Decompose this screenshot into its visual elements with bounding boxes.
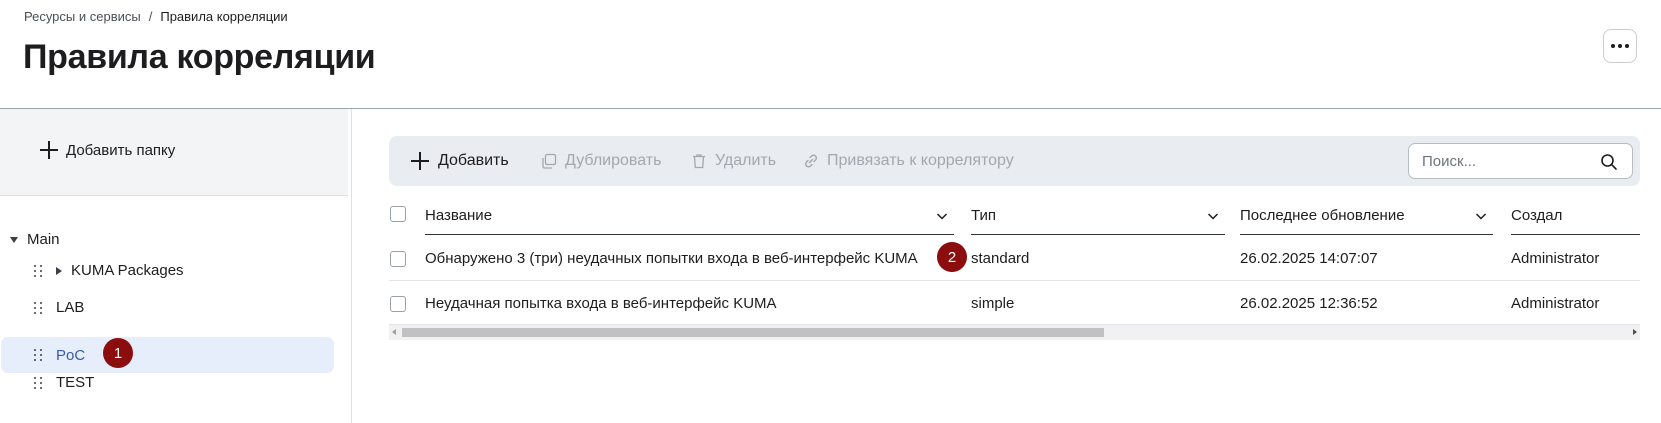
row-checkbox[interactable] [390,251,406,267]
rule-author-cell: Administrator [1511,295,1600,312]
tree-item-label: Main [27,231,60,248]
breadcrumb-current: Правила корреляции [160,9,288,24]
row-checkbox[interactable] [390,296,406,312]
column-header-label: Последнее обновление [1240,207,1405,224]
page-title: Правила корреляции [23,38,376,76]
add-folder-label: Добавить папку [66,141,176,159]
link-icon [804,154,818,168]
column-header-type[interactable]: Тип [971,197,1225,235]
row-divider [389,280,1640,281]
more-actions-button[interactable] [1603,29,1637,63]
rule-name-cell[interactable]: Обнаружено 3 (три) неудачных попытки вхо… [425,250,918,267]
breadcrumb: Ресурсы и сервисы / Правила корреляции [24,9,288,24]
toolbar: Добавить Дублировать Удалить Привязать к… [389,136,1640,186]
scrollbar-thumb[interactable] [402,328,1104,337]
sidebar-divider [0,195,348,196]
bind-to-correlator-label: Привязать к коррелятору [827,152,1014,169]
tree-item-label: KUMA Packages [71,262,184,279]
tree-item-lab[interactable]: LAB [34,299,84,316]
column-header-label: Создал [1511,207,1563,224]
select-all-checkbox[interactable] [390,206,406,222]
caret-right-icon[interactable] [56,266,62,275]
rule-type-cell: simple [971,295,1015,312]
search-input[interactable] [1422,144,1602,178]
breadcrumb-link-resources[interactable]: Ресурсы и сервисы [24,9,141,24]
column-header-last-update[interactable]: Последнее обновление [1240,197,1493,235]
tree-item-poc[interactable]: PoC [1,337,334,373]
drag-handle-icon[interactable] [34,349,42,361]
step-marker-1: 1 [103,338,133,368]
tree-item-label: LAB [56,299,85,316]
tree-item-kuma-packages[interactable]: KUMA Packages [34,262,184,279]
column-header-name[interactable]: Название [425,197,954,235]
rule-type-cell: standard [971,250,1030,267]
caret-down-icon[interactable] [10,236,18,243]
tree-item-label: PoC [56,346,86,364]
step-marker-2: 2 [937,242,967,272]
scroll-left-icon[interactable] [392,329,396,335]
chevron-down-icon[interactable] [1205,208,1221,224]
search-box[interactable] [1408,143,1633,179]
drag-handle-icon[interactable] [34,264,42,277]
duplicate-button-label: Дублировать [565,152,662,169]
delete-button-label: Удалить [715,152,777,169]
rule-updated-cell: 26.02.2025 14:07:07 [1240,250,1378,267]
plus-icon [40,141,58,159]
column-header-label: Название [425,207,493,224]
scroll-right-icon[interactable] [1633,329,1637,335]
trash-icon [693,154,705,169]
tree-item-label: TEST [56,374,95,391]
delete-button[interactable]: Удалить [691,136,776,186]
drag-handle-icon[interactable] [34,301,42,314]
horizontal-scrollbar[interactable] [389,325,1640,340]
column-header-created-by[interactable]: Создал [1511,197,1640,235]
add-button-label: Добавить [438,152,509,169]
rule-author-cell: Administrator [1511,250,1600,267]
plus-icon [411,151,430,171]
more-icon [1611,44,1629,48]
duplicate-button[interactable]: Дублировать [541,136,661,186]
folder-sidebar: Добавить папку Main KUMA Packages LAB Po… [0,109,352,423]
drag-handle-icon[interactable] [34,376,42,389]
add-folder-button[interactable]: Добавить папку [40,141,175,159]
add-folder-area: Добавить папку [0,109,348,195]
tree-item-test[interactable]: TEST [34,374,94,391]
column-header-label: Тип [971,207,997,224]
chevron-down-icon[interactable] [1473,208,1489,224]
chevron-down-icon[interactable] [934,208,950,224]
rule-name-cell[interactable]: Неудачная попытка входа в веб-интерфейс … [425,295,777,312]
breadcrumb-separator: / [148,9,153,24]
copy-icon [542,153,557,169]
add-button[interactable]: Добавить [411,136,509,186]
search-icon[interactable] [1600,153,1618,171]
bind-to-correlator-button[interactable]: Привязать к коррелятору [803,136,1014,186]
rule-updated-cell: 26.02.2025 12:36:52 [1240,295,1378,312]
tree-item-main[interactable]: Main [10,231,60,248]
